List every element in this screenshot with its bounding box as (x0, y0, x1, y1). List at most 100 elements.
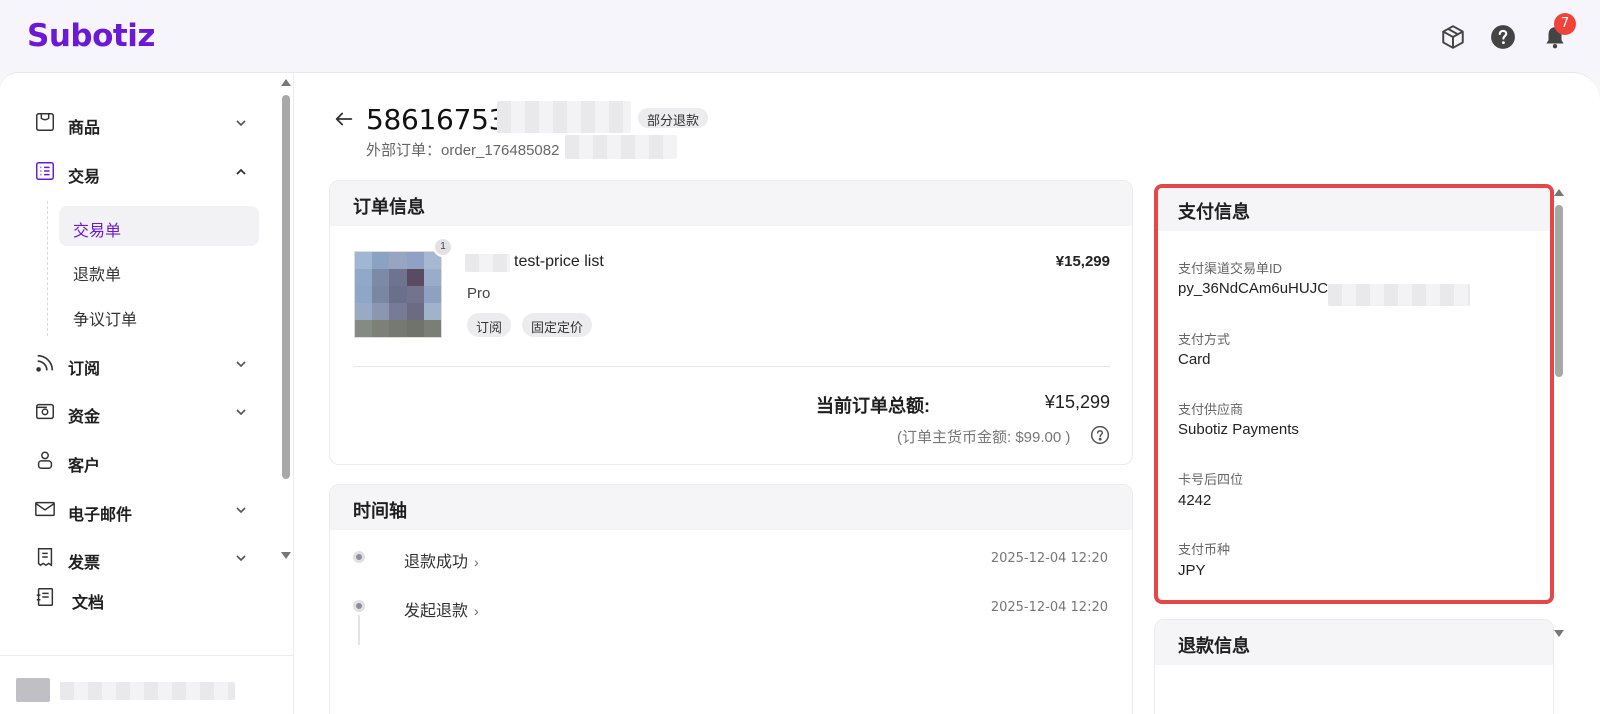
payment-provider: Subotiz Payments (1178, 421, 1299, 438)
scroll-up-arrow-icon[interactable] (1553, 187, 1565, 197)
sidebar-item-label: 资金 (68, 409, 101, 426)
external-order-value[interactable]: order_176485082 (441, 142, 559, 159)
external-order: 外部订单：order_176485082 (366, 139, 559, 160)
timeline-event-label: 退款成功 (404, 554, 469, 571)
account-avatar (16, 678, 50, 702)
timeline-event-refund-initiated[interactable]: 发起退款 › (404, 597, 479, 621)
chevron-down-icon[interactable] (233, 356, 249, 372)
sidebar-item-customers[interactable]: 客户 (34, 449, 249, 475)
refund-info-card: 退款信息 (1154, 619, 1554, 714)
timeline-event-time: 2025-12-04 12:20 (990, 600, 1108, 615)
sidebar-item-email[interactable]: 电子邮件 (34, 498, 249, 524)
sidebar-item-label: 发票 (68, 555, 101, 572)
divider (353, 366, 1110, 367)
product-plan: Pro (467, 285, 491, 302)
app-shell: 商品 交易 交易单 退款单 争议订单 订阅 资金 客户 电子邮件 发票 文档 5… (0, 72, 1600, 714)
timeline-card: 时间轴 退款成功 › 2025-12-04 12:20 发起退款 › 2025-12… (329, 484, 1133, 714)
field-label: 支付币种 (1178, 542, 1231, 557)
timeline-title: 时间轴 (330, 485, 1132, 530)
chevron-right-icon: › (474, 603, 479, 619)
sidebar: 商品 交易 交易单 退款单 争议订单 订阅 资金 客户 电子邮件 发票 文档 (0, 73, 294, 714)
payment-currency: JPY (1178, 562, 1206, 579)
chevron-right-icon: › (474, 554, 479, 570)
sidebar-item-label: 订阅 (68, 361, 101, 378)
order-id-redacted (497, 101, 631, 133)
rss-icon (36, 354, 54, 372)
scroll-down-arrow-icon[interactable] (1553, 629, 1565, 639)
back-arrow-icon[interactable] (333, 108, 355, 130)
status-badge: 部分退款 (638, 108, 709, 128)
timeline-connector (358, 615, 360, 645)
quantity-badge: 1 (433, 237, 453, 257)
notification-badge: 7 (1554, 13, 1576, 35)
top-bar: Subotiz 7 (0, 0, 1600, 72)
scroll-down-arrow-icon[interactable] (280, 551, 292, 561)
user-icon (37, 451, 53, 469)
order-total-value: ¥15,299 (1044, 392, 1110, 412)
sidebar-item-label: 交易 (68, 169, 101, 186)
order-info-card: 订单信息 1 test-price list Pro 订阅 固定定价 ¥15,2… (329, 180, 1133, 465)
field-label: 卡号后四位 (1178, 472, 1244, 487)
sidebar-item-invoices[interactable]: 发票 (34, 546, 249, 572)
chevron-down-icon[interactable] (233, 404, 249, 420)
help-icon[interactable] (1490, 24, 1516, 50)
sidebar-subitem-transaction-orders[interactable]: 交易单 (59, 206, 259, 246)
chevron-down-icon[interactable] (233, 115, 249, 131)
submenu-guide-line (47, 201, 48, 336)
doc-icon (36, 588, 54, 606)
sidebar-item-products[interactable]: 商品 (34, 111, 249, 137)
payment-info-title: 支付信息 (1158, 188, 1550, 231)
field-label: 支付供应商 (1178, 402, 1244, 417)
sidebar-item-funds[interactable]: 资金 (34, 400, 249, 426)
timeline-event-time: 2025-12-04 12:20 (990, 551, 1108, 566)
invoice-icon (37, 548, 53, 567)
product-price: ¥15,299 (1055, 253, 1110, 270)
chevron-up-icon[interactable] (233, 164, 249, 180)
sidebar-item-label: 文档 (72, 595, 105, 612)
sidebar-item-label: 电子邮件 (68, 507, 133, 524)
sidebar-subitem-disputes[interactable]: 争议订单 (59, 295, 259, 335)
card-last-four: 4242 (1178, 492, 1212, 509)
tag-fixed-price: 固定定价 (522, 313, 593, 337)
scroll-up-arrow-icon[interactable] (280, 77, 292, 87)
order-total-label: 当前订单总额: (816, 396, 930, 416)
field-label: 支付方式 (1178, 332, 1231, 347)
app-logo[interactable]: Subotiz (27, 18, 155, 54)
product-image[interactable] (354, 251, 442, 338)
box-icon (36, 113, 54, 131)
account-name-redacted (60, 682, 235, 700)
sidebar-item-transactions[interactable]: 交易 (34, 160, 249, 186)
question-circle-icon[interactable] (1090, 425, 1110, 445)
timeline-dot (353, 551, 365, 563)
sidebar-item-label: 商品 (68, 120, 101, 137)
timeline-event-label: 发起退款 (404, 603, 469, 620)
field-label: 支付渠道交易单ID (1178, 261, 1283, 276)
sidebar-item-docs[interactable]: 文档 (34, 586, 249, 612)
payment-channel-transaction-id[interactable]: py_36NdCAm6uHUJC (1178, 280, 1328, 297)
product-name[interactable]: test-price list (514, 253, 604, 271)
timeline-dot (353, 600, 365, 612)
chevron-down-icon[interactable] (233, 550, 249, 566)
transaction-id-redacted (1328, 284, 1470, 306)
refund-info-title: 退款信息 (1155, 620, 1553, 665)
package-icon[interactable] (1440, 24, 1466, 50)
product-name-redacted (465, 254, 510, 272)
external-order-label: 外部订单： (366, 142, 442, 159)
sidebar-item-subscriptions[interactable]: 订阅 (34, 352, 249, 378)
sidebar-item-label: 客户 (68, 458, 101, 475)
list-icon (36, 162, 54, 180)
order-main-currency-amount: (订单主货币金额: $99.00 ) (897, 429, 1071, 446)
sidebar-subitem-refunds[interactable]: 退款单 (59, 250, 259, 290)
sidebar-scrollbar-thumb[interactable] (282, 95, 290, 479)
mail-icon (35, 501, 55, 517)
payment-method: Card (1178, 351, 1211, 368)
chevron-down-icon[interactable] (233, 502, 249, 518)
external-order-redacted (565, 135, 677, 159)
main-scrollbar-thumb[interactable] (1555, 205, 1563, 377)
order-info-title: 订单信息 (330, 181, 1132, 226)
timeline-event-refund-success[interactable]: 退款成功 › (404, 548, 479, 572)
payment-info-card: 支付信息 支付渠道交易单ID py_36NdCAm6uHUJC 支付方式 Car… (1154, 184, 1554, 604)
wallet-icon (36, 403, 54, 420)
account-switcher[interactable] (0, 655, 294, 714)
tag-subscription: 订阅 (467, 313, 512, 337)
